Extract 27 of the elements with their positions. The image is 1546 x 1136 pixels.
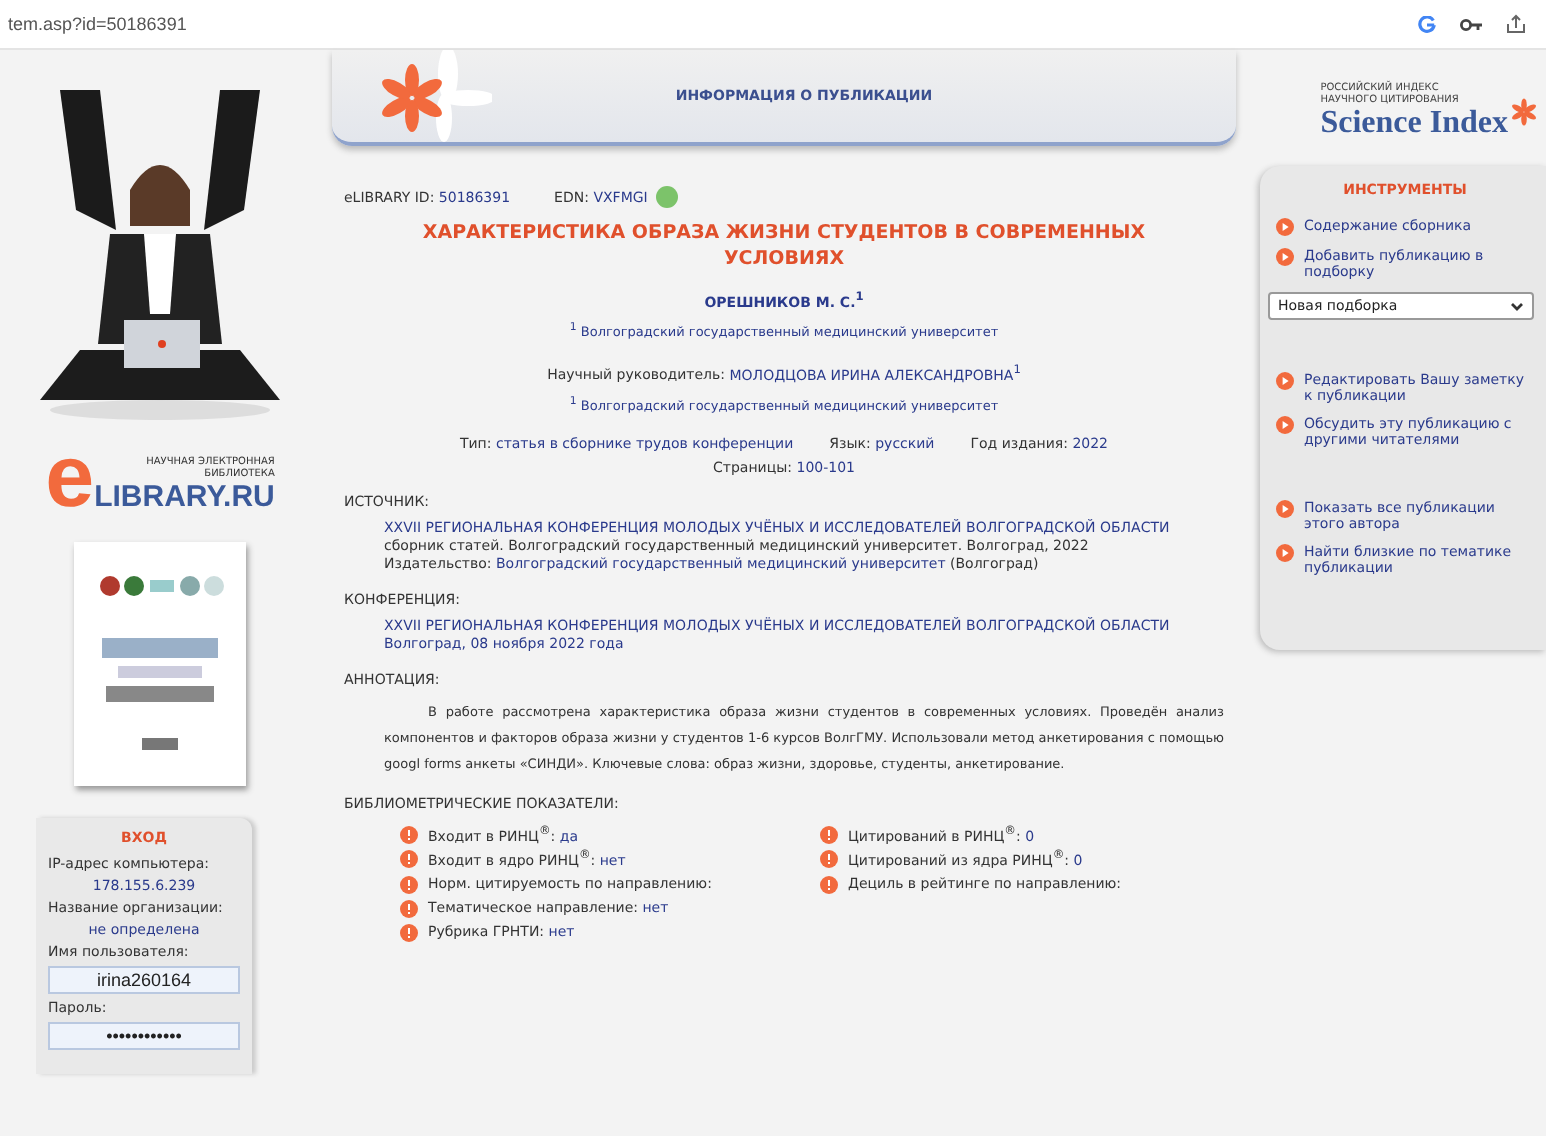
key-icon[interactable] [1460,17,1482,31]
info-icon[interactable] [400,923,418,942]
play-icon[interactable] [1276,416,1294,434]
play-icon[interactable] [1276,500,1294,518]
logo-letter: e [45,442,95,514]
publication-title: ХАРАКТЕРИСТИКА ОБРАЗА ЖИЗНИ СТУДЕНТОВ В СОВРЕМЕННЫХ УСЛОВИЯХ [420,220,1148,272]
password-field[interactable]: •••••••••••• [48,1022,240,1050]
info-icon[interactable] [400,850,418,869]
info-icon[interactable] [820,826,838,845]
info-icon[interactable] [820,875,838,894]
info-icon[interactable] [820,850,838,869]
play-icon[interactable] [1276,218,1294,236]
info-icon[interactable] [400,826,418,845]
username-field[interactable]: irina260164 [48,966,240,994]
info-icon[interactable] [400,899,418,918]
info-icon[interactable] [400,875,418,894]
asterisk-icon [1510,98,1538,126]
play-icon[interactable] [1276,544,1294,562]
brand-name: Science Index [1320,106,1508,142]
play-icon[interactable] [1276,248,1294,266]
play-icon[interactable] [1276,372,1294,390]
google-icon[interactable] [1418,15,1436,33]
circle-icon[interactable] [655,186,678,208]
chevron-icon [1510,301,1524,311]
logo-name: LIBRARY.RU [94,480,275,514]
share-icon[interactable] [1506,14,1526,34]
address-url: tem.asp?id=50186391 [8,14,187,34]
